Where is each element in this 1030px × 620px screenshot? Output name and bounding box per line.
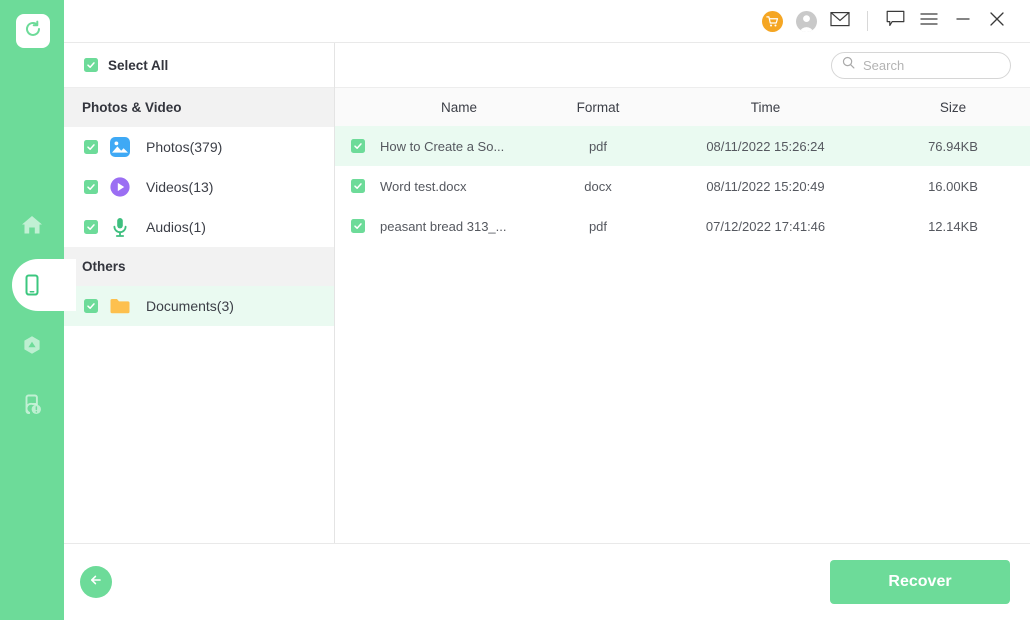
account-icon [796,11,817,32]
select-all-row[interactable]: Select All [64,43,334,88]
mail-button[interactable] [823,4,857,38]
app-window: Select All Photos & Video Photos(3 [0,0,1030,620]
arrow-left-icon [87,571,105,594]
account-button[interactable] [789,4,823,38]
rail-item-backup-restore[interactable] [0,315,64,375]
menu-button[interactable] [912,4,946,38]
category-row-videos[interactable]: Videos(13) [64,167,334,207]
recovery-refresh-icon [23,19,43,44]
audios-label: Audios(1) [146,219,206,235]
row-checkbox[interactable] [351,139,365,153]
cell-format: pdf [538,139,658,154]
table-row[interactable]: Word test.docx docx 08/11/2022 15:20:49 … [335,166,1030,206]
row-checkbox-cell [335,219,380,233]
column-header-size[interactable]: Size [873,100,1030,115]
back-button[interactable] [80,566,112,598]
rail-nav-items [0,195,64,435]
minimize-icon [953,11,973,32]
row-checkbox-cell [335,139,380,153]
photos-label: Photos(379) [146,139,222,155]
table-row[interactable]: peasant bread 313_... pdf 07/12/2022 17:… [335,206,1030,246]
cell-format: pdf [538,219,658,234]
videos-icon [109,176,131,198]
hexagon-backup-icon [18,331,46,359]
row-checkbox[interactable] [351,219,365,233]
category-row-audios[interactable]: Audios(1) [64,207,334,247]
chat-button[interactable] [878,4,912,38]
table-header-row: Name Format Time Size [335,88,1030,126]
cell-name: How to Create a So... [380,139,538,154]
videos-label: Videos(13) [146,179,213,195]
category-section-title-others: Others [64,247,334,286]
table-body: How to Create a So... pdf 08/11/2022 15:… [335,126,1030,543]
chat-icon [886,10,905,33]
close-icon [987,10,1007,33]
cell-time: 07/12/2022 17:41:46 [658,219,873,234]
select-all-checkbox[interactable] [84,58,98,72]
audios-icon [109,216,131,238]
search-bar [335,43,1030,88]
menu-icon [919,11,939,32]
documents-checkbox[interactable] [84,299,98,313]
videos-checkbox[interactable] [84,180,98,194]
home-icon [18,211,46,239]
select-all-label: Select All [108,58,168,73]
column-header-time[interactable]: Time [658,100,873,115]
cell-size: 16.00KB [873,179,1030,194]
category-section-title-photos-video: Photos & Video [64,88,334,127]
category-panel: Select All Photos & Video Photos(3 [64,43,335,543]
cell-size: 12.14KB [873,219,1030,234]
footer-bar: Recover [64,544,1030,620]
category-row-photos[interactable]: Photos(379) [64,127,334,167]
cell-format: docx [538,179,658,194]
photos-checkbox[interactable] [84,140,98,154]
audios-checkbox[interactable] [84,220,98,234]
column-header-name[interactable]: Name [380,100,538,115]
cell-name: Word test.docx [380,179,538,194]
photos-icon [109,136,131,158]
app-logo [16,14,50,48]
mail-icon [830,11,850,32]
cart-button[interactable] [755,4,789,38]
documents-label: Documents(3) [146,298,234,314]
title-bar [64,0,1030,43]
device-repair-icon [18,391,46,419]
search-icon [842,56,855,74]
rail-item-device-data-recovery[interactable] [0,255,64,315]
rail-item-home[interactable] [0,195,64,255]
file-table-panel: Name Format Time Size How to Create a So… [335,43,1030,543]
close-button[interactable] [980,4,1014,38]
category-row-documents[interactable]: Documents(3) [64,286,334,326]
rail-item-system-repair[interactable] [0,375,64,435]
recover-button[interactable]: Recover [830,560,1010,604]
left-nav-rail [0,0,64,620]
cell-size: 76.94KB [873,139,1030,154]
table-row[interactable]: How to Create a So... pdf 08/11/2022 15:… [335,126,1030,166]
search-input[interactable] [863,58,993,73]
cell-name: peasant bread 313_... [380,219,538,234]
toolbar-divider [867,11,868,31]
main-region: Select All Photos & Video Photos(3 [64,0,1030,620]
row-checkbox[interactable] [351,179,365,193]
row-checkbox-cell [335,179,380,193]
search-box[interactable] [831,52,1011,79]
phone-icon [18,271,46,299]
column-header-format[interactable]: Format [538,100,658,115]
cell-time: 08/11/2022 15:26:24 [658,139,873,154]
folder-icon [109,295,131,317]
cell-time: 08/11/2022 15:20:49 [658,179,873,194]
minimize-button[interactable] [946,4,980,38]
cart-icon [762,11,783,32]
content-area: Select All Photos & Video Photos(3 [64,43,1030,544]
